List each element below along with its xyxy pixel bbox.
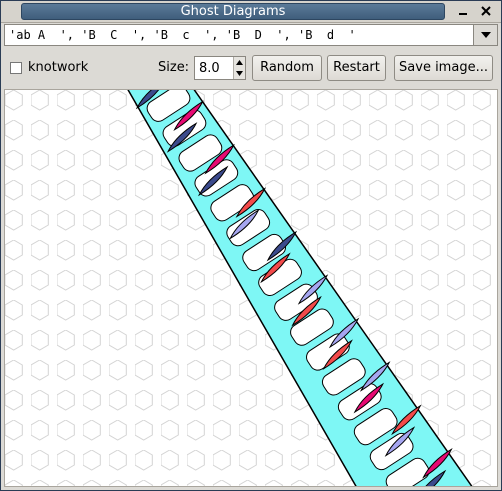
chevron-down-icon [480,32,491,38]
size-spin-buttons [233,57,245,79]
minimize-icon [459,13,467,15]
ghost-diagram [5,90,497,486]
tile-rule-input[interactable]: 'ab A ', 'B C ', 'B c ', 'B D ', 'B d ' [9,27,469,43]
close-button[interactable] [479,3,493,19]
size-value[interactable]: 8.0 [199,61,220,76]
app-window: Ghost Diagrams 'ab A ', 'B C ', 'B c ', … [0,0,502,491]
size-label: Size: [158,60,190,75]
minimize-button[interactable] [456,3,470,19]
knotwork-checkbox[interactable] [10,62,22,74]
size-spinbox[interactable]: 8.0 [194,56,246,80]
spin-up-button[interactable] [234,57,245,68]
title-bar[interactable]: Ghost Diagrams [1,1,501,23]
window-title: Ghost Diagrams [21,3,445,20]
spin-down-icon [236,71,243,76]
toolbar: knotwork Size: 8.0 Random Restart Save i… [1,51,501,85]
tile-rule-combo[interactable]: 'ab A ', 'B C ', 'B c ', 'B D ', 'B d ' [4,24,498,46]
spin-up-icon [236,60,243,65]
knotwork-label[interactable]: knotwork [28,60,88,75]
close-icon [481,6,491,16]
diagram-canvas[interactable] [4,89,498,487]
restart-button[interactable]: Restart [327,55,386,81]
spin-down-button[interactable] [234,68,245,79]
save-image-button[interactable]: Save image... [394,55,493,81]
combo-dropdown-button[interactable] [473,25,497,45]
random-button[interactable]: Random [252,55,322,81]
